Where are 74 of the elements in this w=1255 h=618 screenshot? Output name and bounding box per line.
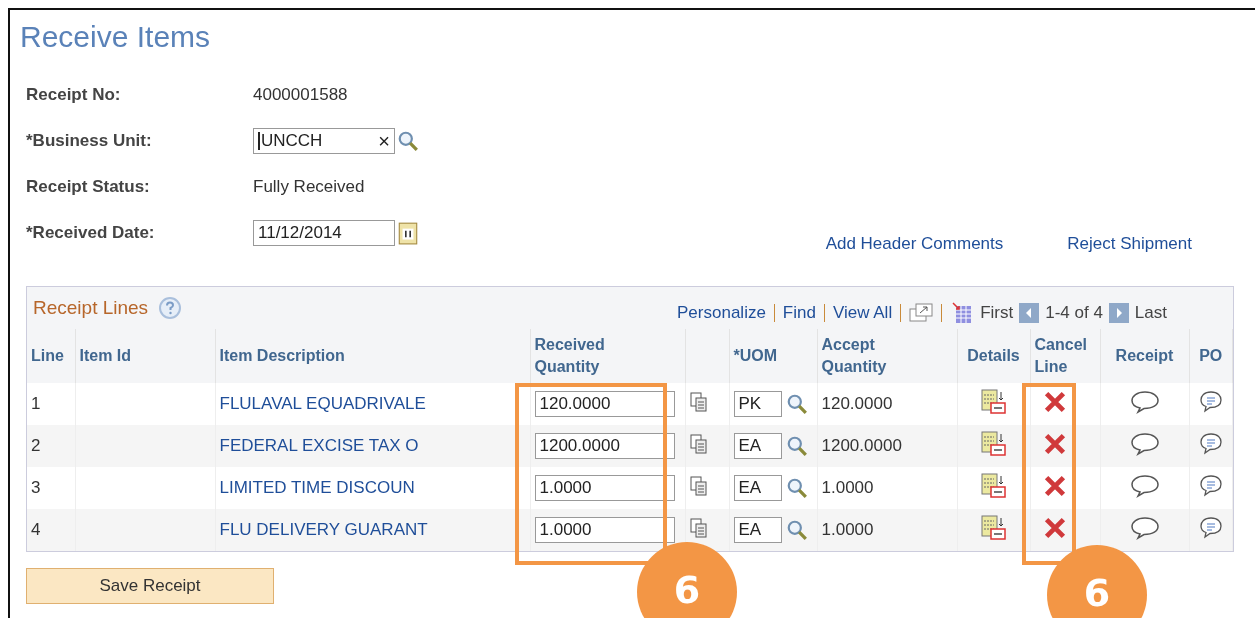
field-label: Receipt Status: (25, 177, 151, 197)
quantity-field[interactable]: 120.0000 (534, 391, 675, 417)
field-label: *Business Unit: (25, 131, 153, 151)
comment-icon[interactable] (1129, 515, 1160, 540)
uom-field[interactable]: EA (733, 517, 782, 543)
search-icon[interactable] (785, 435, 808, 457)
copy-icon[interactable] (689, 391, 708, 412)
item-link[interactable]: FEDERAL EXCISE TAX O (219, 436, 419, 455)
quantity-field[interactable]: 1200.0000 (534, 433, 675, 459)
details-icon[interactable] (980, 430, 1007, 457)
details-icon[interactable] (980, 514, 1007, 541)
column-header: Line (27, 329, 75, 383)
uom-field[interactable]: EA (733, 433, 782, 459)
comment-icon[interactable] (1198, 473, 1223, 498)
quantity-field[interactable]: 1.0000 (534, 517, 675, 543)
comment-icon[interactable] (1129, 389, 1160, 414)
previous-button[interactable] (1019, 303, 1040, 323)
quantity-field[interactable]: 1.0000 (534, 475, 675, 501)
item-link[interactable]: FLU DELIVERY GUARANT (219, 520, 428, 539)
toolbar-link[interactable]: Find (782, 303, 816, 323)
step-badge: 6 (637, 542, 737, 618)
first-label: First (980, 303, 1014, 323)
field-value: Fully Received (253, 177, 365, 197)
column-header: *UOM (729, 329, 817, 383)
field-value: 4000001588 (253, 85, 348, 105)
item-link[interactable]: FLULAVAL EQUADRIVALE (219, 394, 426, 413)
header-link[interactable]: Reject Shipment (1067, 234, 1192, 278)
search-icon[interactable] (785, 477, 808, 499)
new-window-icon[interactable] (909, 302, 934, 324)
column-header: Item Id (75, 329, 215, 383)
copy-icon[interactable] (689, 517, 708, 538)
help-icon[interactable] (158, 296, 183, 320)
last-label: Last (1134, 303, 1167, 323)
copy-icon[interactable] (689, 475, 708, 496)
save-receipt-button[interactable]: Save Receipt (26, 568, 274, 604)
column-header: Details (957, 329, 1030, 383)
comment-icon[interactable] (1129, 473, 1160, 498)
table-cell: 4 (27, 509, 75, 551)
search-icon[interactable] (785, 393, 808, 415)
field-label: *Received Date: (25, 223, 156, 243)
column-header: Receipt (1100, 329, 1189, 383)
comment-icon[interactable] (1198, 389, 1223, 414)
uom-field[interactable]: EA (733, 475, 782, 501)
column-header: Received Quantity (534, 335, 606, 377)
toolbar-link[interactable]: Personalize (677, 303, 766, 323)
column-header: Accept Quantity (821, 335, 888, 377)
cancel-icon[interactable] (1042, 515, 1067, 540)
business-unit-field[interactable]: UNCCH × (253, 128, 395, 154)
details-icon[interactable] (980, 472, 1007, 499)
cancel-icon[interactable] (1042, 389, 1067, 414)
field-label: Receipt No: (25, 85, 122, 105)
comment-icon[interactable] (1198, 431, 1223, 456)
cancel-icon[interactable] (1042, 431, 1067, 456)
column-header: Item Description (215, 329, 530, 383)
next-button[interactable] (1108, 303, 1129, 323)
column-header: PO (1189, 329, 1233, 383)
date-field[interactable]: 11/12/2014 (253, 220, 395, 246)
grid-title: Receipt Lines (33, 297, 149, 319)
copy-icon[interactable] (689, 433, 708, 454)
column-header: Cancel Line (1030, 329, 1100, 383)
details-icon[interactable] (980, 388, 1007, 415)
uom-field[interactable]: PK (733, 391, 782, 417)
page-range: 1-4 of 4 (1045, 303, 1103, 323)
header-link[interactable]: Add Header Comments (825, 234, 1004, 278)
cancel-icon[interactable] (1042, 473, 1067, 498)
toolbar-link[interactable]: View All (832, 303, 893, 323)
step-badge: 6 (1047, 545, 1147, 618)
comment-icon[interactable] (1129, 431, 1160, 456)
page-title: Receive Items (20, 20, 212, 55)
item-link[interactable]: LIMITED TIME DISCOUN (219, 478, 415, 497)
search-icon[interactable] (785, 519, 808, 541)
search-icon[interactable] (397, 130, 419, 152)
table-cell: 1.0000 (817, 509, 957, 551)
comment-icon[interactable] (1198, 515, 1223, 540)
